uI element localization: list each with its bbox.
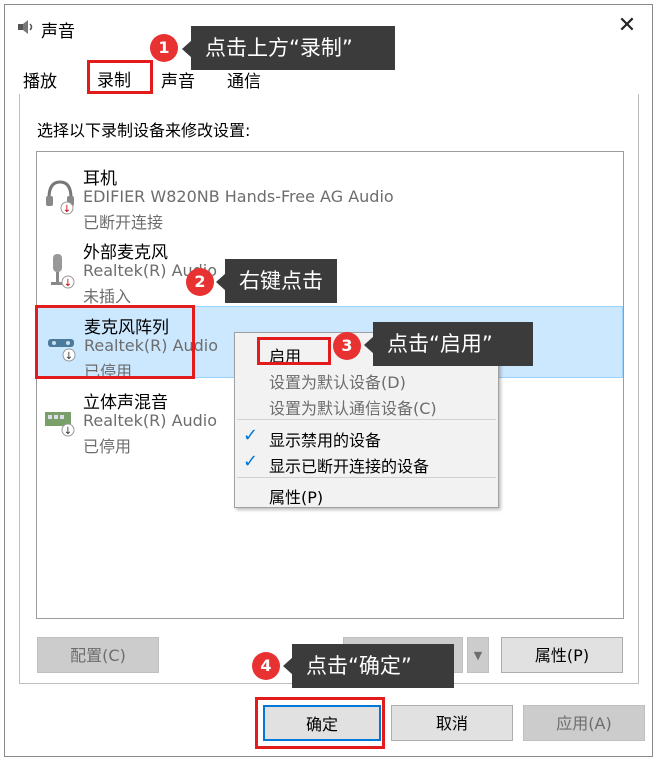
step-badge: 2	[186, 268, 214, 296]
step-badge: 3	[333, 332, 361, 360]
configure-button[interactable]: 配置(C)	[37, 637, 159, 673]
tab-sounds[interactable]: 声音	[161, 67, 195, 92]
apply-button[interactable]: 应用(A)	[523, 705, 645, 741]
enable-highlight	[257, 337, 331, 365]
device-name: 耳机	[83, 169, 117, 189]
menu-item-show-disabled[interactable]: 显示禁用的设备	[269, 427, 381, 451]
ok-highlight	[255, 697, 385, 749]
close-icon[interactable]: ✕	[614, 13, 640, 39]
callout-step-1: 点击上方“录制”	[191, 26, 395, 70]
callout-step-3: 点击“启用”	[373, 322, 533, 366]
tab-playback[interactable]: 播放	[23, 67, 57, 92]
properties-button[interactable]: 属性(P)	[501, 637, 623, 673]
check-icon: ✓	[243, 451, 259, 472]
menu-item-set-default-comm[interactable]: 设置为默认通信设备(C)	[269, 395, 437, 419]
svg-text:↓: ↓	[64, 426, 72, 437]
device-name: 外部麦克风	[83, 243, 168, 263]
step-badge: 1	[150, 34, 178, 62]
svg-text:↓: ↓	[64, 278, 72, 289]
step-badge: 4	[252, 652, 280, 680]
instruction-text: 选择以下录制设备来修改设置:	[37, 121, 251, 140]
menu-item-properties[interactable]: 属性(P)	[269, 484, 323, 508]
check-icon: ✓	[243, 425, 259, 446]
menu-separator	[237, 419, 496, 420]
microphone-icon: ↓	[43, 250, 77, 290]
chevron-down-icon[interactable]: ▼	[467, 637, 489, 673]
window-title: 声音	[41, 22, 75, 42]
svg-text:↓: ↓	[63, 204, 71, 215]
list-item[interactable]: ↓ 耳机 EDIFIER W820NB Hands-Free AG Audio …	[37, 158, 623, 232]
cancel-button[interactable]: 取消	[391, 705, 513, 741]
callout-step-2: 右键点击	[225, 259, 337, 303]
tab-recording[interactable]: 录制	[97, 66, 131, 91]
device-name: 立体声混音	[83, 393, 168, 413]
device-status: 已停用	[83, 437, 132, 456]
menu-item-show-disconnected[interactable]: 显示已断开连接的设备	[269, 453, 429, 477]
sound-card-icon: ↓	[43, 400, 77, 440]
device-driver: Realtek(R) Audio	[83, 411, 218, 430]
headset-icon: ↓	[43, 176, 77, 216]
menu-separator	[237, 477, 496, 478]
callout-step-4: 点击“确定”	[292, 644, 454, 688]
tab-communications[interactable]: 通信	[227, 67, 261, 92]
menu-item-set-default[interactable]: 设置为默认设备(D)	[269, 369, 406, 393]
device-status: 未插入	[83, 287, 132, 306]
device-driver: EDIFIER W820NB Hands-Free AG Audio	[83, 187, 394, 206]
selected-device-highlight	[35, 305, 195, 379]
device-status: 已断开连接	[83, 213, 164, 232]
speaker-icon	[17, 18, 35, 36]
